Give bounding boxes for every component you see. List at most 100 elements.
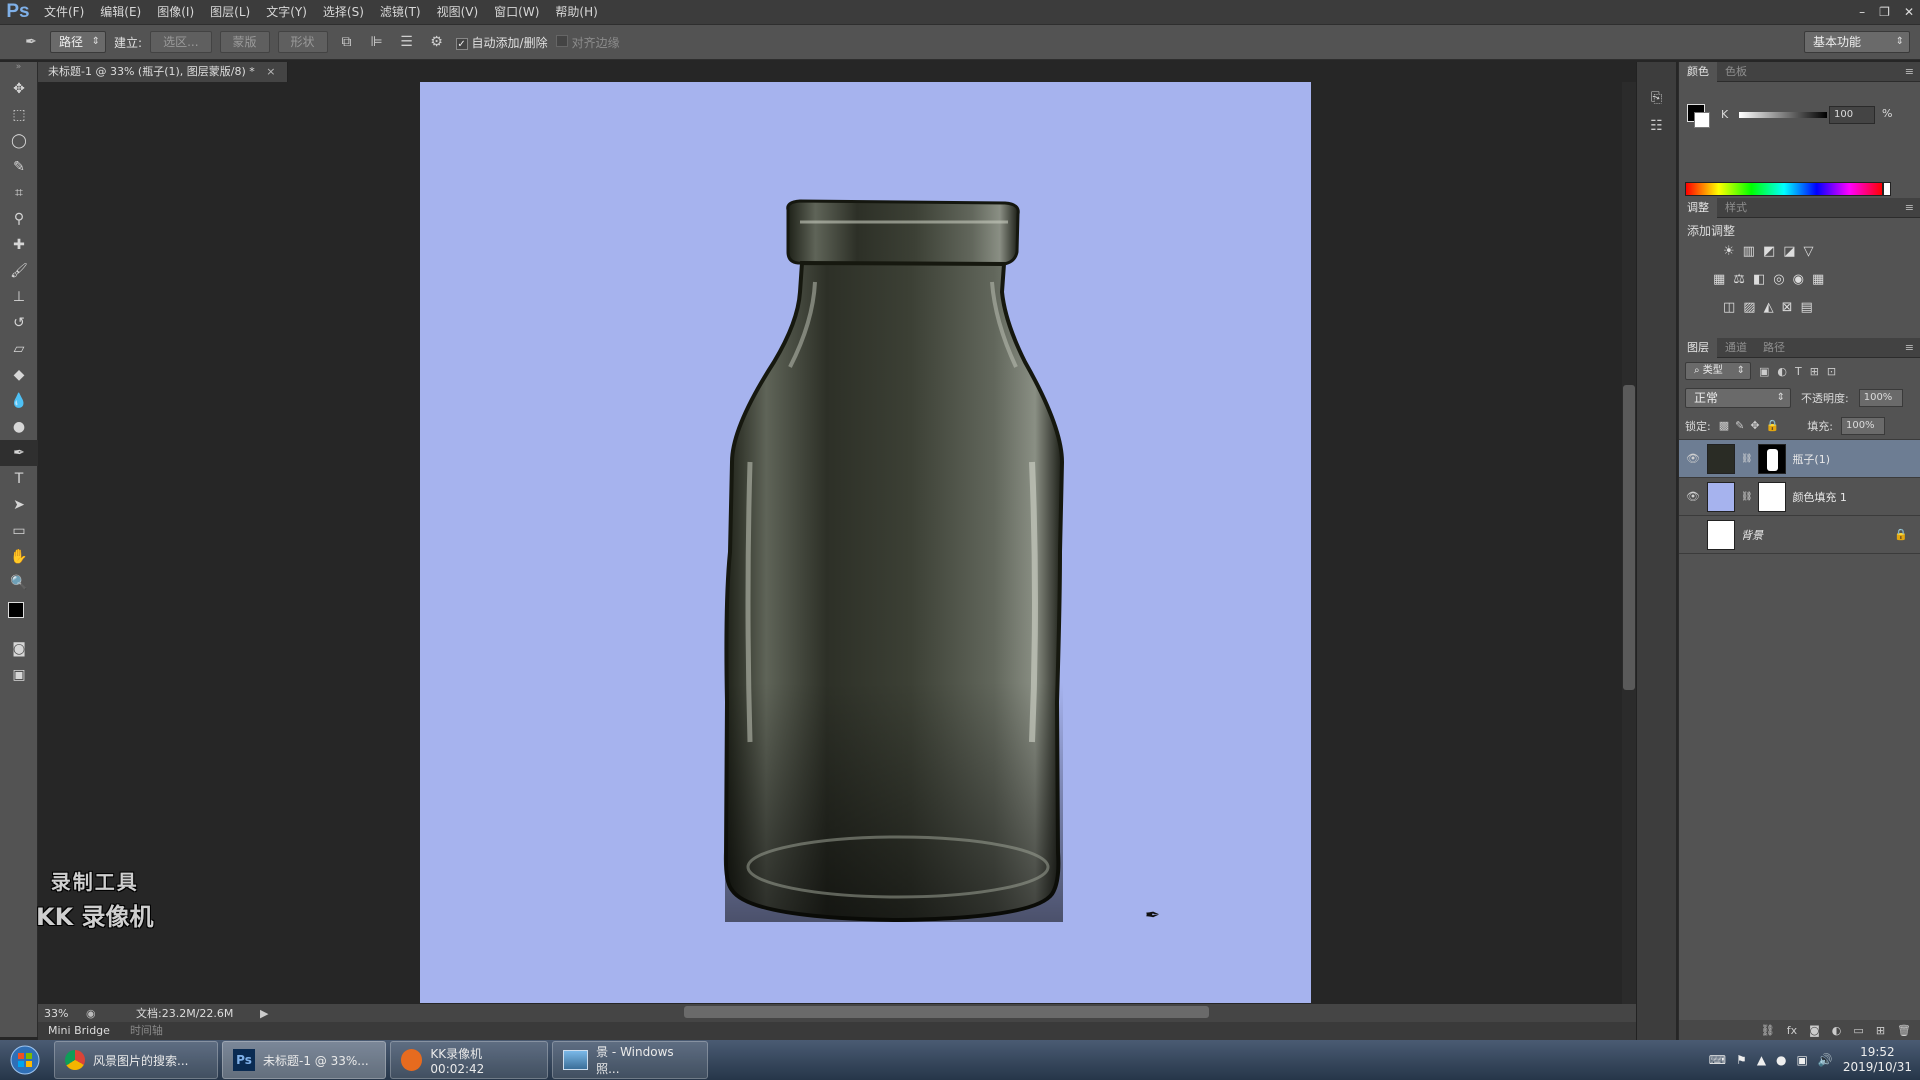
layer-row[interactable]: 👁 ⛓ 颜色填充 1 [1679, 478, 1920, 516]
brush-tool-icon[interactable]: 🖌 [0, 258, 38, 284]
path-arrangement-icon[interactable]: ☰ [396, 31, 418, 53]
eraser-tool-icon[interactable]: ▱ [0, 336, 38, 362]
volume-icon[interactable]: 🔊 [1818, 1053, 1833, 1067]
screen-mode-icon[interactable]: ▣ [0, 662, 38, 688]
paint-bucket-tool-icon[interactable]: ◆ [0, 362, 38, 388]
selective-color-icon[interactable]: ⊠ [1782, 300, 1793, 315]
tab-color[interactable]: 颜色 [1679, 61, 1717, 82]
history-brush-tool-icon[interactable]: ↺ [0, 310, 38, 336]
eye-icon[interactable]: 👁 [1685, 452, 1701, 465]
layer-mask-thumbnail[interactable] [1758, 481, 1787, 512]
properties-panel-icon[interactable]: ☷ [1637, 112, 1676, 140]
color-swatches[interactable] [0, 596, 37, 636]
document-canvas[interactable]: ✒ [420, 82, 1311, 1003]
foreground-color-swatch[interactable] [8, 602, 24, 618]
tab-timeline[interactable]: 时间轴 [120, 1022, 173, 1040]
restore-button[interactable]: ❐ [1879, 5, 1890, 19]
menu-filter[interactable]: 滤镜(T) [372, 0, 429, 24]
start-button[interactable] [0, 1040, 50, 1080]
taskbar-item-photoshop[interactable]: Ps 未标题-1 @ 33%... [222, 1041, 386, 1079]
layer-row[interactable]: 👁 ⛓ 瓶子(1) [1679, 440, 1920, 478]
fx-icon[interactable]: fx [1787, 1024, 1797, 1037]
marquee-tool-icon[interactable]: ⬚ [0, 102, 38, 128]
color-spectrum[interactable] [1685, 182, 1883, 196]
add-mask-icon[interactable]: ◙ [1809, 1024, 1820, 1037]
network-icon[interactable]: ▣ [1797, 1053, 1808, 1067]
blur-tool-icon[interactable]: 💧 [0, 388, 38, 414]
menu-layer[interactable]: 图层(L) [202, 0, 258, 24]
menu-help[interactable]: 帮助(H) [547, 0, 605, 24]
tab-layers[interactable]: 图层 [1679, 337, 1717, 358]
exposure-icon[interactable]: ◪ [1783, 244, 1795, 259]
layer-filter-select[interactable]: ⌕ 类型 [1685, 362, 1751, 380]
path-alignment-icon[interactable]: ⊫ [366, 31, 388, 53]
horizontal-scroll-thumb[interactable] [684, 1006, 1209, 1018]
curves-icon[interactable]: ◩ [1763, 244, 1775, 259]
vertical-scroll-thumb[interactable] [1623, 385, 1635, 690]
blend-mode-select[interactable]: 正常 [1685, 388, 1791, 408]
qq-icon[interactable]: ● [1776, 1053, 1786, 1067]
levels-icon[interactable]: ▥ [1743, 244, 1755, 259]
brightness-icon[interactable]: ☀ [1723, 244, 1735, 259]
opacity-field[interactable]: 100% [1858, 389, 1903, 407]
pen-tool-icon[interactable]: ✒ [0, 440, 38, 466]
k-value-field[interactable]: 100 [1829, 106, 1875, 124]
panel-menu-icon[interactable]: ≡ [1905, 341, 1914, 354]
layer-mask-thumbnail[interactable] [1758, 443, 1787, 474]
tool-mode-select[interactable]: 路径 [50, 31, 107, 53]
layer-name[interactable]: 瓶子(1) [1792, 451, 1830, 467]
adjustment-layer-icon[interactable]: ◐ [1832, 1024, 1842, 1037]
posterize-icon[interactable]: ▨ [1743, 300, 1755, 315]
color-balance-icon[interactable]: ⚖ [1733, 272, 1745, 287]
menu-image[interactable]: 图像(I) [149, 0, 202, 24]
lock-icons[interactable]: ▩✎✥🔒 [1719, 419, 1786, 432]
panel-menu-icon[interactable]: ≡ [1905, 201, 1914, 214]
quick-mask-icon[interactable]: ◙ [0, 636, 38, 662]
history-panel-icon[interactable]: ⎘ [1637, 84, 1676, 112]
photo-filter-icon[interactable]: ◎ [1773, 272, 1784, 287]
menu-window[interactable]: 窗口(W) [486, 0, 547, 24]
pen-tool-preset-icon[interactable]: ✒ [20, 31, 42, 53]
path-selection-tool-icon[interactable]: ➤ [0, 492, 38, 518]
tab-channels[interactable]: 通道 [1717, 338, 1755, 358]
taskbar-item-chrome[interactable]: 风景图片的搜索... [54, 1041, 218, 1079]
type-tool-icon[interactable]: T [0, 466, 38, 492]
new-layer-icon[interactable]: ⊞ [1876, 1024, 1885, 1037]
black-white-icon[interactable]: ◧ [1753, 272, 1765, 287]
flag-icon[interactable]: ⚑ [1736, 1053, 1747, 1067]
healing-brush-tool-icon[interactable]: ✚ [0, 232, 38, 258]
link-icon[interactable]: ⛓ [1741, 492, 1752, 502]
move-tool-icon[interactable]: ✥ [0, 76, 38, 102]
auto-add-delete-checkbox[interactable]: ✓ 自动添加/删除 [455, 34, 548, 51]
layer-name[interactable]: 颜色填充 1 [1792, 489, 1847, 505]
fill-field[interactable]: 100% [1840, 416, 1885, 435]
filter-icons[interactable]: ▣◐T⊞⊡ [1759, 365, 1844, 378]
color-lookup-icon[interactable]: ▦ [1812, 272, 1824, 287]
tab-paths[interactable]: 路径 [1755, 338, 1793, 358]
document-tab-close-icon[interactable]: × [266, 65, 275, 78]
dodge-tool-icon[interactable]: ● [0, 414, 38, 440]
menu-edit[interactable]: 编辑(E) [92, 0, 149, 24]
taskbar-item-photo-viewer[interactable]: 景 - Windows 照... [552, 1041, 708, 1079]
menu-view[interactable]: 视图(V) [429, 0, 487, 24]
minimize-button[interactable]: – [1859, 5, 1865, 19]
white-swatch[interactable] [1883, 182, 1891, 196]
zoom-level[interactable]: 33% [38, 1007, 86, 1020]
threshold-icon[interactable]: ◭ [1764, 300, 1774, 315]
layer-name[interactable]: 背景 [1741, 527, 1763, 543]
make-shape-button[interactable]: 形状 [277, 31, 328, 53]
menu-select[interactable]: 选择(S) [315, 0, 372, 24]
eye-icon[interactable]: 👁 [1685, 490, 1701, 503]
layer-row[interactable]: 背景 🔒 [1679, 516, 1920, 554]
gradient-map-icon[interactable]: ▤ [1801, 300, 1813, 315]
rectangle-tool-icon[interactable]: ▭ [0, 518, 38, 544]
collapse-arrow-icon[interactable]: » [0, 62, 37, 76]
clone-stamp-tool-icon[interactable]: ⊥ [0, 284, 38, 310]
hue-saturation-icon[interactable]: ▦ [1713, 272, 1725, 287]
workspace-select[interactable]: 基本功能 [1804, 31, 1910, 53]
channel-mixer-icon[interactable]: ◉ [1793, 272, 1804, 287]
align-edges-checkbox[interactable]: 对齐边缘 [555, 34, 620, 51]
make-selection-button[interactable]: 选区... [150, 31, 212, 53]
link-layers-icon[interactable]: ⛓ [1761, 1024, 1775, 1037]
tab-adjustments[interactable]: 调整 [1679, 197, 1717, 218]
